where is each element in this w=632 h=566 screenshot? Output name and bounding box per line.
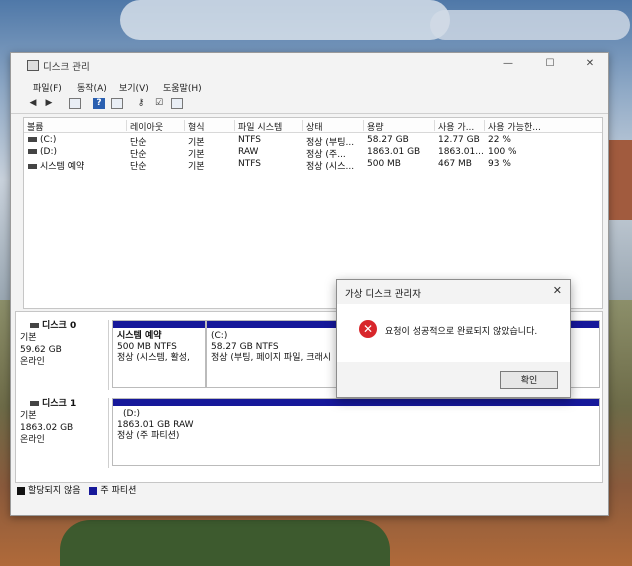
disk-size: 1863.02 GB [20, 423, 74, 433]
dialog-body: ✕ 요청이 성공적으로 완료되지 않았습니다. [337, 304, 570, 362]
volume-capacity: 500 MB [367, 159, 401, 169]
volume-percent-free: 22 % [488, 135, 511, 145]
partition-d[interactable]: (D:) 1863.01 GB RAW 정상 (주 파티션) [112, 398, 600, 466]
partition-status: 정상 (시스템, 활성, [117, 353, 190, 363]
disk-kind: 기본 [20, 333, 37, 343]
partition-size: 500 MB NTFS [117, 342, 177, 352]
disk-size: 59.62 GB [20, 345, 62, 355]
error-dialog: 가상 디스크 관리자 ✕ ✕ 요청이 성공적으로 완료되지 않았습니다. 확인 [336, 279, 571, 398]
minimize-button[interactable]: — [499, 57, 517, 71]
forward-arrow-icon[interactable]: ▶ [43, 98, 55, 109]
disk-management-icon [27, 60, 39, 71]
column-type[interactable]: 형식 [184, 120, 205, 133]
menu-view[interactable]: 보기(V) [119, 81, 149, 94]
volume-row[interactable]: (D:) 단순 기본 RAW 정상 (주... 1863.01 GB 1863.… [24, 147, 602, 160]
menu-help[interactable]: 도움말(H) [163, 81, 202, 94]
volume-capacity: 58.27 GB [367, 135, 409, 145]
partition-system-reserved[interactable]: 시스템 예약 500 MB NTFS 정상 (시스템, 활성, [112, 320, 206, 388]
volume-type: 기본 [188, 162, 205, 172]
column-status[interactable]: 상태 [302, 120, 323, 133]
legend-primary: 주 파티션 [100, 486, 137, 496]
volume-list-header: 볼륨 레이아웃 형식 파일 시스템 상태 용량 사용 가... 사용 가능한..… [24, 118, 602, 133]
primary-partition-stripe [113, 321, 205, 328]
legend-unallocated: 할당되지 않음 [28, 486, 81, 496]
volume-filesystem: RAW [238, 147, 259, 157]
partition-label: (D:) [123, 409, 140, 419]
disk-name: 디스크 1 [42, 399, 77, 409]
volume-icon [28, 149, 37, 154]
volume-row[interactable]: (C:) 단순 기본 NTFS 정상 (부팅... 58.27 GB 12.77… [24, 135, 602, 148]
view-icon[interactable] [111, 98, 123, 109]
column-volume[interactable]: 볼륨 [24, 120, 44, 133]
title-bar[interactable]: 디스크 관리 — ☐ ✕ [11, 53, 608, 77]
list-icon[interactable] [171, 98, 183, 109]
menu-file[interactable]: 파일(F) [33, 81, 62, 94]
column-filesystem[interactable]: 파일 시스템 [234, 120, 282, 133]
menu-action[interactable]: 동작(A) [77, 81, 107, 94]
disk-state: 온라인 [20, 357, 45, 367]
volume-free-space: 12.77 GB [438, 135, 480, 145]
disk-0-label[interactable]: 디스크 0 기본 59.62 GB 온라인 [20, 320, 109, 390]
disk-name: 디스크 0 [42, 321, 77, 331]
back-arrow-icon[interactable]: ◀ [27, 98, 39, 109]
dialog-title: 가상 디스크 관리자 [345, 289, 421, 300]
volume-free-space: 467 MB [438, 159, 472, 169]
menu-bar: 파일(F) 동작(A) 보기(V) 도움말(H) [11, 79, 608, 95]
primary-partition-stripe [113, 399, 599, 406]
close-button[interactable]: ✕ [581, 57, 599, 71]
toolbar: ◀ ▶ ? ⚷ ☑ [11, 95, 608, 114]
ok-button[interactable]: 확인 [500, 371, 558, 389]
volume-icon [28, 164, 37, 169]
partition-size: 1863.01 GB RAW [117, 420, 194, 430]
disk-icon [30, 401, 39, 406]
column-layout[interactable]: 레이아웃 [126, 120, 163, 133]
disk-1-label[interactable]: 디스크 1 기본 1863.02 GB 온라인 [20, 398, 109, 468]
properties-icon[interactable] [69, 98, 81, 109]
volume-filesystem: NTFS [238, 135, 261, 145]
column-percent-free[interactable]: 사용 가능한... [484, 120, 541, 133]
disk-kind: 기본 [20, 411, 37, 421]
volume-capacity: 1863.01 GB [367, 147, 421, 157]
check-icon[interactable]: ☑ [153, 98, 165, 109]
dialog-message: 요청이 성공적으로 완료되지 않았습니다. [385, 327, 538, 337]
window-title: 디스크 관리 [43, 62, 90, 73]
volume-name: (D:) [28, 147, 57, 157]
help-icon[interactable]: ? [93, 98, 105, 109]
volume-free-space: 1863.01... [438, 147, 484, 157]
partition-status: 정상 (주 파티션) [117, 431, 180, 441]
volume-icon [28, 137, 37, 142]
disk-state: 온라인 [20, 435, 45, 445]
unallocated-swatch [17, 486, 25, 495]
partition-label: 시스템 예약 [117, 331, 162, 341]
partition-legend: 할당되지 않음 주 파티션 [17, 483, 136, 496]
key-icon[interactable]: ⚷ [135, 98, 147, 109]
primary-partition-swatch [89, 486, 98, 495]
maximize-button[interactable]: ☐ [541, 57, 559, 71]
volume-layout: 단순 [130, 162, 147, 172]
background-trees [60, 520, 390, 566]
error-icon: ✕ [359, 320, 377, 338]
column-free-space[interactable]: 사용 가... [434, 120, 474, 133]
volume-percent-free: 93 % [488, 159, 511, 169]
volume-filesystem: NTFS [238, 159, 261, 169]
volume-name: (C:) [28, 135, 56, 145]
volume-status: 정상 (시스... [306, 162, 355, 172]
volume-name: 시스템 예약 [28, 159, 84, 172]
volume-percent-free: 100 % [488, 147, 517, 157]
dialog-close-button[interactable]: ✕ [553, 284, 562, 297]
background-cloud [120, 0, 450, 40]
disk-icon [30, 323, 39, 328]
column-capacity[interactable]: 용량 [363, 120, 384, 133]
volume-row[interactable]: 시스템 예약 단순 기본 NTFS 정상 (시스... 500 MB 467 M… [24, 159, 602, 172]
background-cloud [430, 10, 630, 40]
